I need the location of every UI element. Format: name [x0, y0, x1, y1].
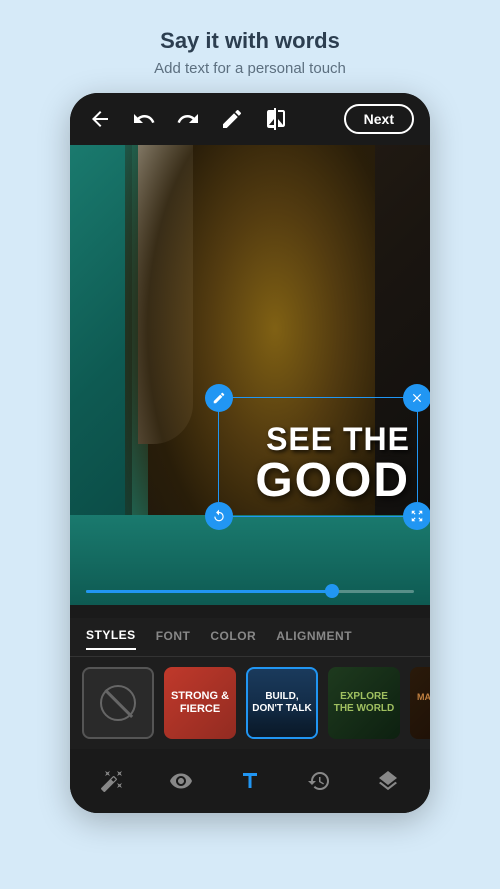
style-item-explore[interactable]: EXPLORETHE WORLD	[328, 667, 400, 739]
nav-history[interactable]	[299, 761, 339, 801]
nav-eye[interactable]	[161, 761, 201, 801]
tab-color[interactable]: COLOR	[210, 629, 256, 649]
edit-handle[interactable]	[205, 384, 233, 412]
image-area: SEE THE GOOD	[70, 145, 430, 605]
undo-icon[interactable]	[130, 105, 158, 133]
phone-frame: Next	[70, 93, 430, 813]
style-items-row: STRONG &FIERCE BUILD,DON'T TALK EXPLORET…	[70, 657, 430, 749]
nav-wand[interactable]	[92, 761, 132, 801]
style-make-label: MAKE IT SIG-NIFIE...	[410, 667, 430, 739]
page-subtitle: Add text for a personal touch	[154, 60, 346, 77]
style-build-label: BUILD,DON'T TALK	[248, 669, 316, 737]
style-item-strong[interactable]: STRONG &FIERCE	[164, 667, 236, 739]
none-icon	[100, 685, 136, 721]
style-explore-label: EXPLORETHE WORLD	[328, 667, 400, 739]
slider-fill	[86, 590, 332, 593]
overlay-text-line1: SEE THE	[255, 422, 410, 457]
slider-container[interactable]	[86, 581, 414, 601]
style-item-make[interactable]: MAKE IT SIG-NIFIE...	[410, 667, 430, 739]
pen-icon[interactable]	[218, 105, 246, 133]
slider-thumb[interactable]	[325, 584, 339, 598]
back-icon[interactable]	[86, 105, 114, 133]
tab-alignment[interactable]: ALIGNMENT	[276, 629, 352, 649]
nav-layers[interactable]	[368, 761, 408, 801]
toolbar-right: Next	[344, 104, 414, 134]
page-header: Say it with words Add text for a persona…	[134, 0, 366, 93]
bottom-panel: STYLES FONT COLOR ALIGNMENT STRONG &FIER…	[70, 618, 430, 813]
nav-text[interactable]	[230, 761, 270, 801]
photo-background: SEE THE GOOD	[70, 145, 430, 605]
style-item-build[interactable]: BUILD,DON'T TALK	[246, 667, 318, 739]
tab-font[interactable]: FONT	[156, 629, 191, 649]
compare-icon[interactable]	[262, 105, 290, 133]
bottom-nav	[70, 749, 430, 813]
toolbar-left	[86, 105, 290, 133]
redo-icon[interactable]	[174, 105, 202, 133]
slider-track	[86, 590, 414, 593]
style-item-none[interactable]	[82, 667, 154, 739]
style-tabs: STYLES FONT COLOR ALIGNMENT	[70, 618, 430, 657]
style-strong-label: STRONG &FIERCE	[164, 667, 236, 739]
rotate-handle[interactable]	[205, 502, 233, 530]
tab-styles[interactable]: STYLES	[86, 628, 136, 650]
text-overlay[interactable]: SEE THE GOOD	[255, 422, 410, 505]
close-handle[interactable]	[403, 384, 430, 412]
next-button[interactable]: Next	[344, 104, 414, 134]
page-title: Say it with words	[154, 28, 346, 54]
toolbar: Next	[70, 93, 430, 145]
overlay-text-line2: GOOD	[255, 457, 410, 505]
